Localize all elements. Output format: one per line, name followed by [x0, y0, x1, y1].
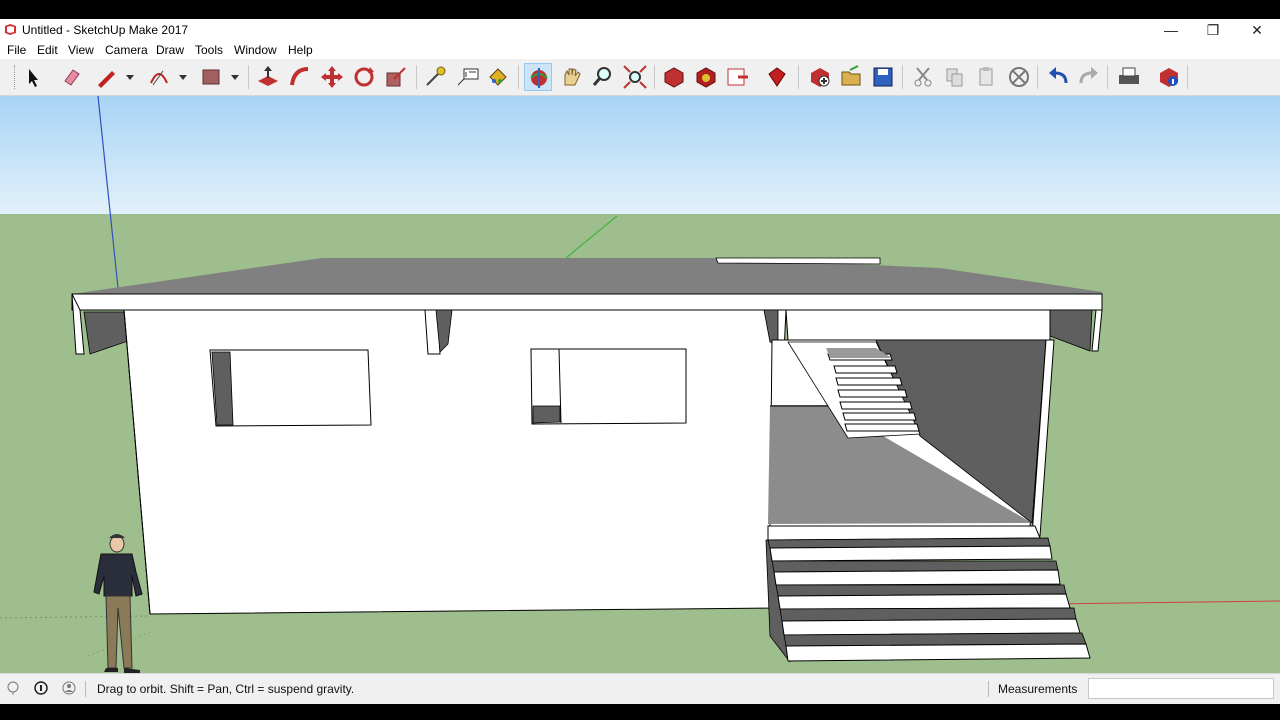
- measurements-separator: [988, 681, 989, 697]
- title-bar: Untitled - SketchUp Make 2017 — ❐ ✕: [0, 19, 1280, 41]
- menu-draw[interactable]: Draw: [156, 43, 184, 57]
- new-file-icon[interactable]: [806, 63, 834, 91]
- toolbar-separator: [902, 65, 903, 89]
- front-steps: [765, 525, 1091, 663]
- menu-edit[interactable]: Edit: [37, 43, 58, 57]
- extension-manager-icon[interactable]: [763, 63, 791, 91]
- push-pull-icon[interactable]: [254, 63, 282, 91]
- menu-tools[interactable]: Tools: [195, 43, 223, 57]
- minimize-button[interactable]: —: [1151, 19, 1191, 41]
- status-bar: Drag to orbit. Shift = Pan, Ctrl = suspe…: [0, 673, 1280, 704]
- toolbar: [0, 59, 1280, 96]
- status-hint: Drag to orbit. Shift = Pan, Ctrl = suspe…: [97, 682, 355, 696]
- sky: [0, 96, 1280, 216]
- 3d-viewport[interactable]: [0, 96, 1280, 673]
- menu-file[interactable]: File: [7, 43, 26, 57]
- toolbar-separator: [248, 65, 249, 89]
- sketchup-logo-icon: [5, 24, 16, 35]
- menu-view[interactable]: View: [68, 43, 94, 57]
- status-separator: [85, 681, 86, 697]
- rotate-icon[interactable]: [350, 63, 378, 91]
- measurements-label: Measurements: [998, 682, 1078, 696]
- extension-warehouse-icon[interactable]: [692, 63, 720, 91]
- toolbar-separator: [1107, 65, 1108, 89]
- print-icon[interactable]: [1115, 63, 1143, 91]
- geo-location-icon[interactable]: [5, 680, 21, 696]
- restore-button[interactable]: ❐: [1193, 19, 1233, 41]
- paste-icon[interactable]: [972, 63, 1000, 91]
- close-button[interactable]: ✕: [1237, 19, 1277, 41]
- move-icon[interactable]: [318, 63, 346, 91]
- model-info-icon[interactable]: [1155, 63, 1183, 91]
- toolbar-separator: [1187, 65, 1188, 89]
- toolbar-separator: [518, 65, 519, 89]
- model-canvas[interactable]: [0, 96, 1280, 673]
- measurements-input[interactable]: [1088, 678, 1274, 699]
- tape-measure-icon[interactable]: [421, 63, 449, 91]
- toolbar-separator: [416, 65, 417, 89]
- menu-bar: File Edit View Camera Draw Tools Window …: [0, 41, 1280, 59]
- redo-icon[interactable]: [1075, 63, 1103, 91]
- orbit-icon[interactable]: [524, 63, 552, 91]
- toolbar-separator: [1037, 65, 1038, 89]
- zoom-extents-icon[interactable]: [621, 63, 649, 91]
- 3d-warehouse-icon[interactable]: [660, 63, 688, 91]
- send-to-layout-icon[interactable]: [724, 63, 752, 91]
- cut-icon[interactable]: [909, 63, 937, 91]
- copy-icon[interactable]: [941, 63, 969, 91]
- scale-icon[interactable]: [382, 63, 410, 91]
- toolbar-separator: [654, 65, 655, 89]
- menu-help[interactable]: Help: [288, 43, 313, 57]
- pan-icon[interactable]: [557, 63, 585, 91]
- window-title: Untitled - SketchUp Make 2017: [22, 23, 189, 37]
- menu-camera[interactable]: Camera: [105, 43, 148, 57]
- window-left: [209, 349, 372, 427]
- menu-window[interactable]: Window: [234, 43, 277, 57]
- follow-me-icon[interactable]: [286, 63, 314, 91]
- bottom-letterbox: [0, 704, 1280, 720]
- pencil-dropdown-icon[interactable]: [116, 63, 134, 91]
- user-account-icon[interactable]: [61, 680, 77, 696]
- paint-bucket-icon[interactable]: [484, 63, 512, 91]
- top-letterbox: [0, 0, 1280, 19]
- rectangle-dropdown-icon[interactable]: [221, 63, 239, 91]
- window-right: [530, 348, 687, 425]
- text-icon[interactable]: [454, 63, 482, 91]
- erase-icon[interactable]: [1005, 63, 1033, 91]
- toolbar-grip[interactable]: [14, 65, 18, 89]
- arc-dropdown-icon[interactable]: [169, 63, 187, 91]
- eraser-icon[interactable]: [57, 63, 85, 91]
- open-file-icon[interactable]: [838, 63, 866, 91]
- undo-icon[interactable]: [1044, 63, 1072, 91]
- select-icon[interactable]: [19, 63, 47, 91]
- app-window: Untitled - SketchUp Make 2017 — ❐ ✕ File…: [0, 0, 1280, 720]
- toolbar-separator: [798, 65, 799, 89]
- zoom-icon[interactable]: [589, 63, 617, 91]
- credits-icon[interactable]: [33, 680, 49, 696]
- save-icon[interactable]: [869, 63, 897, 91]
